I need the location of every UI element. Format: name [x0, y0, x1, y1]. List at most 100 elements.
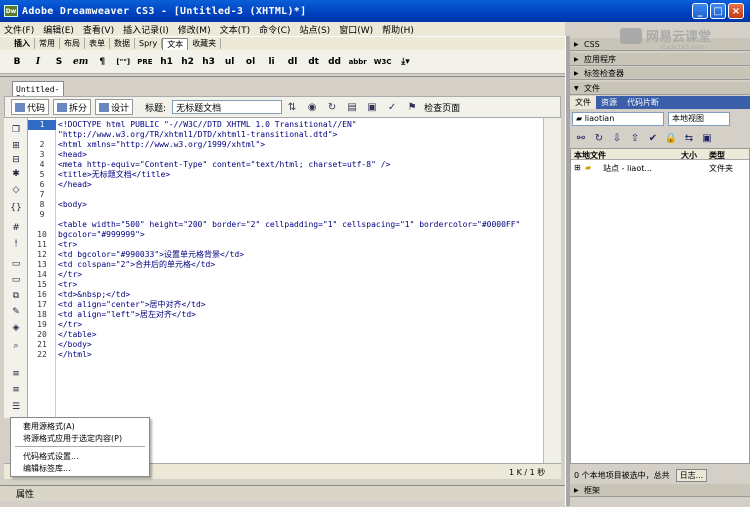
- remove-comment-icon[interactable]: ▭: [10, 274, 22, 285]
- visual-aids-icon[interactable]: ▣: [365, 100, 379, 114]
- check-page-button[interactable]: 检查页面: [424, 101, 460, 114]
- recent-snippets-icon[interactable]: ✎: [10, 306, 22, 317]
- menu-item-apply-source-formatting[interactable]: 套用源格式(A): [23, 421, 75, 432]
- expand-icon[interactable]: ⊞: [574, 163, 581, 172]
- insert-bar-label[interactable]: 插入: [10, 38, 35, 49]
- properties-panel-bar[interactable]: 属性: [0, 485, 565, 501]
- wrap-tag-icon[interactable]: ⧉: [10, 290, 22, 301]
- tab-common[interactable]: 常用: [35, 38, 60, 49]
- code-editor[interactable]: <!DOCTYPE html PUBLIC "-//W3C//DTD XHTML…: [56, 118, 543, 463]
- blockquote-button[interactable]: [""]: [114, 53, 132, 71]
- code-line: <html xmlns="http://www.w3.org/1999/xhtm…: [58, 140, 266, 149]
- menu-insert[interactable]: 插入记录(I): [123, 23, 169, 36]
- list-item[interactable]: ⊞ ▰ 站点 - liaot... 文件夹: [571, 163, 749, 174]
- open-documents-icon[interactable]: ❐: [10, 124, 22, 135]
- menu-item-edit-tag-libraries[interactable]: 编辑标签库...: [23, 463, 71, 474]
- column-size[interactable]: 大小: [681, 150, 697, 161]
- select-parent-tag-icon[interactable]: ◇: [10, 184, 22, 195]
- dt-button[interactable]: dt: [305, 53, 323, 71]
- menu-site[interactable]: 站点(S): [299, 23, 330, 36]
- ul-button[interactable]: ul: [221, 53, 239, 71]
- balance-braces-icon[interactable]: {}: [10, 202, 22, 213]
- dd-button[interactable]: dd: [326, 53, 344, 71]
- tab-snippets[interactable]: 代码片断: [622, 97, 664, 108]
- check-page-icon[interactable]: ⚑: [405, 100, 419, 114]
- ol-button[interactable]: ol: [242, 53, 260, 71]
- title-input[interactable]: [172, 100, 283, 114]
- put-files-icon[interactable]: ⇧: [628, 131, 642, 145]
- tab-forms[interactable]: 表单: [85, 38, 110, 49]
- code-vertical-scrollbar[interactable]: [543, 118, 561, 463]
- collapse-tag-icon[interactable]: ⊞: [10, 140, 22, 151]
- menu-item-apply-formatting-to-selection[interactable]: 将源格式应用于选定内容(P): [23, 433, 122, 444]
- zoom-icon[interactable]: ⌕: [10, 340, 22, 351]
- menu-modify[interactable]: 修改(M): [178, 23, 211, 36]
- highlight-invalid-code-icon[interactable]: !: [10, 238, 22, 249]
- format-source-code-icon[interactable]: ☰: [10, 401, 22, 412]
- connect-icon[interactable]: ⚯: [574, 131, 588, 145]
- split-view-button[interactable]: 拆分: [53, 99, 92, 115]
- file-management-icon[interactable]: ⇅: [285, 100, 299, 114]
- menu-item-code-format-settings[interactable]: 代码格式设置...: [23, 451, 79, 462]
- column-type[interactable]: 类型: [709, 150, 725, 161]
- menu-commands[interactable]: 命令(C): [259, 23, 290, 36]
- move-css-icon[interactable]: ◈: [10, 322, 22, 333]
- refresh-icon[interactable]: ↻: [592, 131, 606, 145]
- menu-file[interactable]: 文件(F): [4, 23, 34, 36]
- line-numbers-icon[interactable]: #: [10, 222, 22, 233]
- files-panel-header[interactable]: 文件: [570, 82, 750, 95]
- tab-text[interactable]: 文本: [162, 37, 189, 50]
- em-button[interactable]: em: [71, 53, 90, 71]
- dl-button[interactable]: dl: [284, 53, 302, 71]
- abbr-button[interactable]: abbr: [347, 53, 369, 71]
- menu-view[interactable]: 查看(V): [83, 23, 114, 36]
- menu-text[interactable]: 文本(T): [220, 23, 251, 36]
- tab-favorites[interactable]: 收藏夹: [188, 38, 222, 49]
- menu-edit[interactable]: 编辑(E): [43, 23, 74, 36]
- apply-comment-icon[interactable]: ▭: [10, 258, 22, 269]
- site-select[interactable]: ▰ liaotian: [572, 112, 664, 126]
- acronym-button[interactable]: W3C: [372, 53, 394, 71]
- paragraph-button[interactable]: ¶: [93, 53, 111, 71]
- h2-button[interactable]: h2: [179, 53, 197, 71]
- outdent-code-icon[interactable]: ≡: [10, 384, 22, 395]
- browser-preview-icon[interactable]: ◉: [305, 100, 319, 114]
- tab-data[interactable]: 数据: [110, 38, 135, 49]
- document-tab[interactable]: Untitled-3*: [12, 81, 64, 103]
- tab-files[interactable]: 文件: [570, 96, 596, 109]
- check-out-icon[interactable]: ✔: [646, 131, 660, 145]
- code-view-button[interactable]: 代码: [11, 99, 50, 115]
- h3-button[interactable]: h3: [200, 53, 218, 71]
- expand-all-icon[interactable]: ✱: [10, 168, 22, 179]
- synchronize-icon[interactable]: ⇆: [682, 131, 696, 145]
- bold-button[interactable]: B: [8, 53, 26, 71]
- get-files-icon[interactable]: ⇩: [610, 131, 624, 145]
- log-button[interactable]: 日志...: [675, 468, 708, 482]
- menu-window[interactable]: 窗口(W): [339, 23, 373, 36]
- italic-button[interactable]: I: [29, 53, 47, 71]
- characters-dropdown-icon[interactable]: ⤓▾: [397, 53, 415, 71]
- tab-spry[interactable]: Spry: [135, 39, 163, 48]
- tag-inspector-panel-header[interactable]: 标签检查器: [570, 67, 750, 80]
- close-button[interactable]: ×: [728, 3, 744, 19]
- h1-button[interactable]: h1: [158, 53, 176, 71]
- validate-markup-icon[interactable]: ✓: [385, 100, 399, 114]
- menu-help[interactable]: 帮助(H): [382, 23, 414, 36]
- view-options-icon[interactable]: ▤: [345, 100, 359, 114]
- check-in-icon[interactable]: 🔒: [664, 131, 678, 145]
- design-view-button[interactable]: 设计: [95, 99, 134, 115]
- minimize-button[interactable]: _: [692, 3, 708, 19]
- maximize-button[interactable]: □: [710, 3, 726, 19]
- expand-panel-icon[interactable]: ▣: [700, 131, 714, 145]
- view-select[interactable]: 本地视图: [668, 112, 730, 126]
- strong-button[interactable]: S: [50, 53, 68, 71]
- refresh-icon[interactable]: ↻: [325, 100, 339, 114]
- column-local-files[interactable]: 本地文件: [574, 150, 606, 161]
- pre-button[interactable]: PRE: [135, 53, 154, 71]
- collapse-selection-icon[interactable]: ⊟: [10, 154, 22, 165]
- indent-code-icon[interactable]: ≡: [10, 368, 22, 379]
- frames-panel-header[interactable]: 框架: [570, 484, 750, 497]
- tab-assets[interactable]: 资源: [596, 97, 622, 108]
- tab-layout[interactable]: 布局: [60, 38, 85, 49]
- li-button[interactable]: li: [263, 53, 281, 71]
